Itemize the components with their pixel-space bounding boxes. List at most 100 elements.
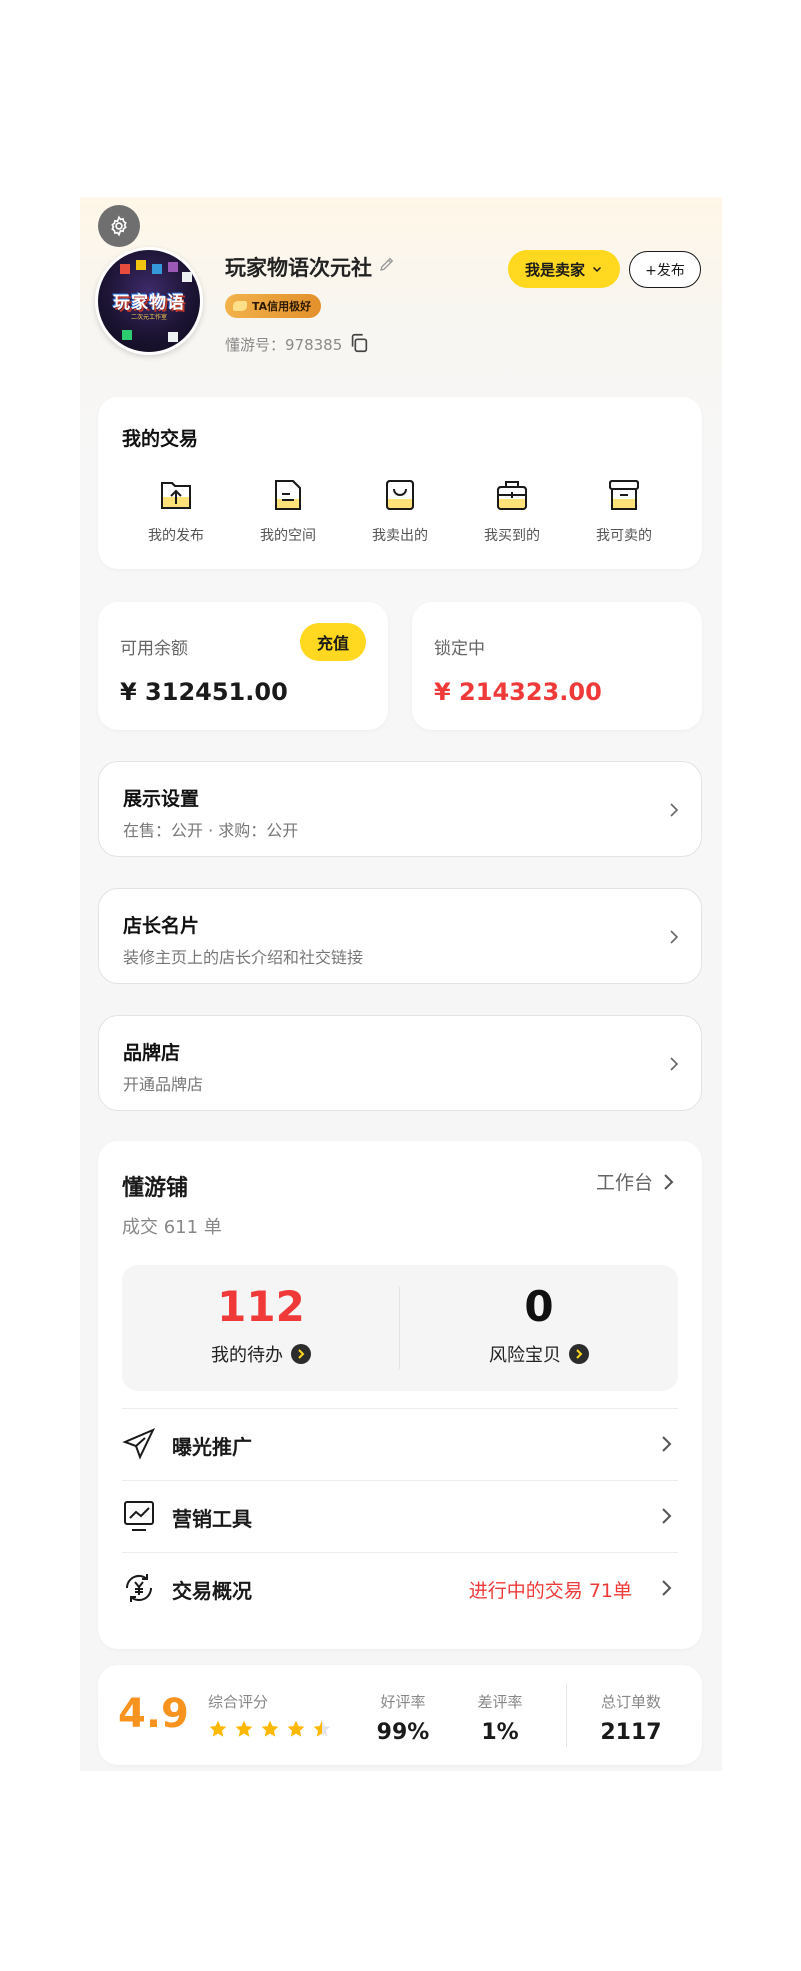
divider bbox=[566, 1683, 567, 1747]
star-icon bbox=[313, 1720, 331, 1737]
pixel-character-decoration bbox=[182, 272, 192, 282]
display-settings-row[interactable]: 展示设置 在售：公开 · 求购：公开 bbox=[98, 761, 702, 857]
trade-item-label: 我的空间 bbox=[260, 528, 316, 544]
pixel-character-decoration bbox=[122, 330, 132, 340]
risk-count: 0 bbox=[524, 1282, 554, 1331]
bad-rate-label: 差评率 bbox=[477, 1693, 523, 1711]
shopping-bag-icon bbox=[386, 480, 414, 510]
bad-rate-stat: 差评率 1% bbox=[455, 1691, 545, 1745]
trade-item-sold[interactable]: 我卖出的 bbox=[344, 477, 456, 545]
settings-gear-button[interactable] bbox=[98, 205, 140, 247]
seller-mode-label: 我是卖家 bbox=[524, 260, 585, 279]
row-subtitle: 在售：公开 · 求购：公开 bbox=[123, 821, 299, 840]
ongoing-trades-text: 进行中的交易 71单 bbox=[468, 1580, 632, 1602]
row-title: 展示设置 bbox=[123, 788, 200, 810]
pencil-edit-icon[interactable] bbox=[378, 255, 396, 273]
chevron-right-icon bbox=[662, 1508, 672, 1524]
arrow-circle-icon bbox=[569, 1344, 589, 1364]
pixel-character-decoration bbox=[168, 262, 178, 272]
trade-item-my-space[interactable]: 我的空间 bbox=[232, 477, 344, 545]
menu-label: 曝光推广 bbox=[172, 1435, 252, 1459]
trade-item-can-sell[interactable]: 我可卖的 bbox=[568, 477, 680, 545]
nickname: 玩家物语次元社 bbox=[225, 256, 372, 280]
shop-title: 懂游铺 bbox=[122, 1176, 189, 1201]
avatar-logo-subtext: 二次元工作室 bbox=[130, 314, 167, 321]
star-icon bbox=[261, 1720, 279, 1737]
chevron-right-icon bbox=[670, 930, 679, 944]
chevron-right-icon bbox=[664, 1173, 674, 1190]
chevron-right-icon bbox=[670, 803, 679, 817]
credit-badge: TA信用极好 bbox=[225, 294, 322, 318]
row-subtitle: 装修主页上的店长介绍和社交链接 bbox=[123, 948, 364, 967]
menu-label: 营销工具 bbox=[172, 1507, 252, 1531]
menu-row-trade-overview[interactable]: 交易概况 进行中的交易 71单 bbox=[122, 1552, 678, 1624]
briefcase-icon bbox=[497, 481, 527, 510]
row-title: 品牌店 bbox=[123, 1042, 181, 1064]
pending-stat[interactable]: 112 我的待办 bbox=[122, 1283, 400, 1367]
gear-icon bbox=[111, 215, 127, 237]
rating-score: 4.9 bbox=[118, 1691, 189, 1737]
shop-card: 懂游铺 成交 611 单 工作台 112 我的待办 0 风险宝贝 曝光推广 营销… bbox=[98, 1141, 702, 1649]
pixel-character-decoration bbox=[136, 260, 146, 270]
my-trades-title: 我的交易 bbox=[122, 428, 199, 450]
shop-deal-count: 成交 611 单 bbox=[122, 1217, 222, 1238]
shop-stats-box: 112 我的待办 0 风险宝贝 bbox=[122, 1265, 678, 1391]
pixel-character-decoration bbox=[152, 264, 162, 274]
row-subtitle: 开通品牌店 bbox=[123, 1075, 204, 1094]
chart-monitor-icon bbox=[124, 1501, 154, 1531]
row-title: 店长名片 bbox=[123, 915, 200, 937]
workbench-link[interactable]: 工作台 bbox=[596, 1168, 674, 1195]
locked-balance-value: ¥ 214323.00 bbox=[434, 678, 602, 706]
arrow-circle-icon bbox=[291, 1344, 311, 1364]
good-rate-value: 99% bbox=[376, 1720, 430, 1745]
chevron-down-icon bbox=[592, 266, 602, 273]
rating-score-label: 综合评分 bbox=[208, 1693, 269, 1711]
avatar[interactable]: 玩家物语 二次元工作室 bbox=[95, 247, 203, 355]
bad-rate-value: 1% bbox=[481, 1720, 519, 1745]
thumbs-up-icon bbox=[233, 301, 247, 311]
total-orders-value: 2117 bbox=[600, 1720, 662, 1745]
recharge-button[interactable]: 充值 bbox=[300, 623, 366, 661]
pending-label: 我的待办 bbox=[211, 1345, 283, 1366]
workbench-label: 工作台 bbox=[595, 1172, 653, 1194]
pending-count: 112 bbox=[217, 1282, 305, 1331]
rating-card: 4.9 综合评分 好评率 99% 差评率 1% 总订单数 2117 bbox=[98, 1665, 702, 1765]
menu-row-promotion[interactable]: 曝光推广 bbox=[122, 1408, 678, 1480]
trade-item-label: 我可卖的 bbox=[596, 528, 652, 544]
credit-badge-label: TA信用极好 bbox=[252, 300, 312, 313]
menu-label: 交易概况 bbox=[172, 1579, 252, 1603]
brand-store-row[interactable]: 品牌店 开通品牌店 bbox=[98, 1015, 702, 1111]
seller-mode-button[interactable]: 我是卖家 bbox=[508, 250, 620, 288]
copy-icon[interactable] bbox=[348, 332, 370, 354]
star-icon bbox=[287, 1720, 305, 1737]
pixel-character-decoration bbox=[168, 332, 178, 342]
locked-balance-card[interactable]: 锁定中 ¥ 214323.00 bbox=[412, 602, 702, 730]
risk-stat[interactable]: 0 风险宝贝 bbox=[400, 1283, 678, 1367]
rating-stars bbox=[208, 1719, 332, 1739]
document-icon bbox=[275, 480, 301, 510]
trade-item-bought[interactable]: 我买到的 bbox=[456, 477, 568, 545]
shopkeeper-card-row[interactable]: 店长名片 装修主页上的店长介绍和社交链接 bbox=[98, 888, 702, 984]
yen-cycle-icon bbox=[125, 1574, 153, 1602]
trade-item-my-posts[interactable]: 我的发布 bbox=[120, 477, 232, 545]
profile-page: 玩家物语 二次元工作室 玩家物语次元社 TA信用极好 懂游号：978385 我是… bbox=[80, 197, 722, 1771]
available-balance-value: ¥ 312451.00 bbox=[120, 678, 288, 706]
upload-folder-icon bbox=[161, 482, 191, 509]
star-icon bbox=[235, 1720, 253, 1737]
locked-balance-label: 锁定中 bbox=[434, 639, 485, 659]
publish-button[interactable]: +发布 bbox=[629, 251, 701, 288]
good-rate-label: 好评率 bbox=[380, 1693, 426, 1711]
chevron-right-icon bbox=[670, 1057, 679, 1071]
pixel-character-decoration bbox=[120, 264, 130, 274]
menu-row-marketing-tools[interactable]: 营销工具 bbox=[122, 1480, 678, 1552]
my-trades-card: 我的交易 我的发布 我的空间 我卖出的 我买到的 我可卖的 bbox=[98, 397, 702, 569]
chevron-right-icon bbox=[662, 1580, 672, 1596]
chevron-right-icon bbox=[662, 1436, 672, 1452]
paper-plane-icon bbox=[122, 1428, 156, 1460]
available-balance-card[interactable]: 可用余额 充值 ¥ 312451.00 bbox=[98, 602, 388, 730]
trade-item-label: 我卖出的 bbox=[372, 528, 428, 544]
good-rate-stat: 好评率 99% bbox=[358, 1691, 448, 1745]
star-icon bbox=[209, 1720, 227, 1737]
trade-item-label: 我的发布 bbox=[148, 528, 204, 544]
avatar-logo-text: 玩家物语 bbox=[113, 293, 185, 313]
